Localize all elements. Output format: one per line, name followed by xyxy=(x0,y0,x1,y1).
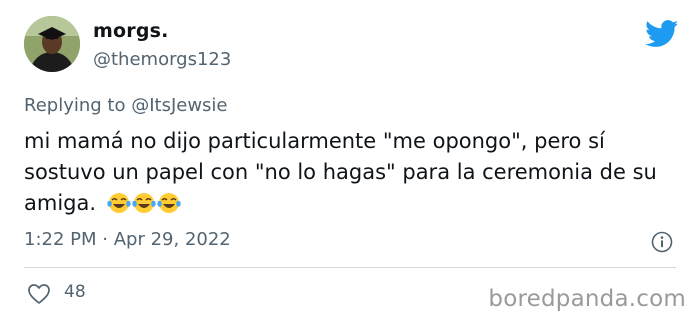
tweet-text: mi mamá no dijo particularmente "me opon… xyxy=(24,126,664,224)
face-with-tears-of-joy-icon xyxy=(107,193,131,213)
replying-mention-link[interactable]: @ItsJewsie xyxy=(131,95,227,116)
tweet-date: Apr 29, 2022 xyxy=(113,229,231,250)
user-handle[interactable]: @themorgs123 xyxy=(93,49,231,70)
heart-icon[interactable] xyxy=(27,283,51,305)
avatar[interactable] xyxy=(24,16,80,72)
emoji-group xyxy=(107,191,182,224)
face-with-tears-of-joy-icon xyxy=(132,193,156,213)
replying-to: Replying to @ItsJewsie xyxy=(24,95,228,116)
divider xyxy=(24,267,676,268)
tweet-timestamp[interactable]: 1:22 PM · Apr 29, 2022 xyxy=(24,229,231,250)
watermark: boredpanda.com xyxy=(488,286,686,312)
twitter-bird-icon[interactable] xyxy=(645,20,679,48)
replying-prefix: Replying to xyxy=(24,95,132,116)
like-count: 48 xyxy=(64,282,86,302)
info-icon[interactable] xyxy=(651,231,673,253)
meta-separator: · xyxy=(102,229,108,250)
display-name[interactable]: morgs. xyxy=(93,20,169,42)
tweet-time: 1:22 PM xyxy=(24,229,97,250)
face-with-tears-of-joy-icon xyxy=(157,193,181,213)
